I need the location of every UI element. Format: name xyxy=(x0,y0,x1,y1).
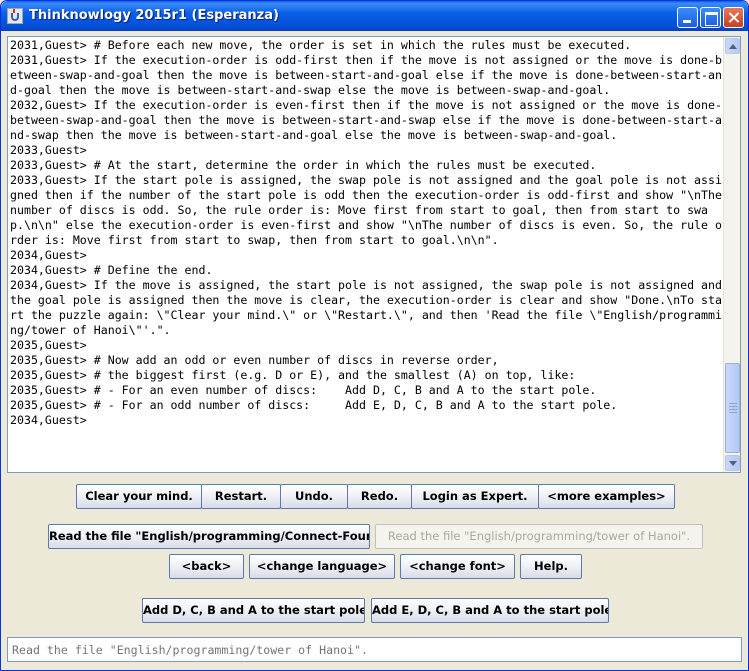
output-console[interactable]: 2031,Guest> # Before each new move, the … xyxy=(7,36,741,473)
add-e-d-c-b-a-button[interactable]: Add E, D, C, B and A to the start pole. xyxy=(371,598,609,623)
back-button[interactable]: <back> xyxy=(169,554,244,579)
more-examples-button[interactable]: <more examples> xyxy=(538,484,675,509)
java-cup-icon xyxy=(7,8,23,24)
change-language-button[interactable]: <change language> xyxy=(249,554,395,579)
maximize-button[interactable] xyxy=(700,7,721,28)
undo-button[interactable]: Undo. xyxy=(280,484,348,509)
read-tower-of-hanoi-button: Read the file "English/programming/tower… xyxy=(375,524,703,549)
close-icon xyxy=(724,8,743,27)
close-button[interactable] xyxy=(723,7,744,28)
minimize-icon xyxy=(678,8,697,27)
add-d-c-b-a-button[interactable]: Add D, C, B and A to the start pole. xyxy=(142,598,365,623)
window-title: Thinknowlogy 2015r1 (Esperanza) xyxy=(29,8,279,23)
scroll-thumb[interactable] xyxy=(725,363,740,453)
app-window: Thinknowlogy 2015r1 (Esperanza) 2031,Gue… xyxy=(0,0,749,671)
scroll-up-icon[interactable] xyxy=(725,38,740,54)
maximize-icon xyxy=(701,8,720,27)
help-button[interactable]: Help. xyxy=(520,554,582,579)
clear-your-mind-button[interactable]: Clear your mind. xyxy=(76,484,202,509)
restart-button[interactable]: Restart. xyxy=(201,484,281,509)
title-bar[interactable]: Thinknowlogy 2015r1 (Esperanza) xyxy=(1,1,748,31)
change-font-button[interactable]: <change font> xyxy=(400,554,515,579)
read-connect-four-button[interactable]: Read the file "English/programming/Conne… xyxy=(48,524,370,549)
command-input-box[interactable] xyxy=(7,637,742,662)
scroll-down-icon[interactable] xyxy=(725,455,740,471)
login-as-expert-button[interactable]: Login as Expert. xyxy=(411,484,539,509)
redo-button[interactable]: Redo. xyxy=(347,484,412,509)
command-input[interactable] xyxy=(10,640,738,659)
vertical-scrollbar[interactable] xyxy=(723,37,740,472)
console-text[interactable]: 2031,Guest> # Before each new move, the … xyxy=(10,38,722,471)
minimize-button[interactable] xyxy=(677,7,698,28)
